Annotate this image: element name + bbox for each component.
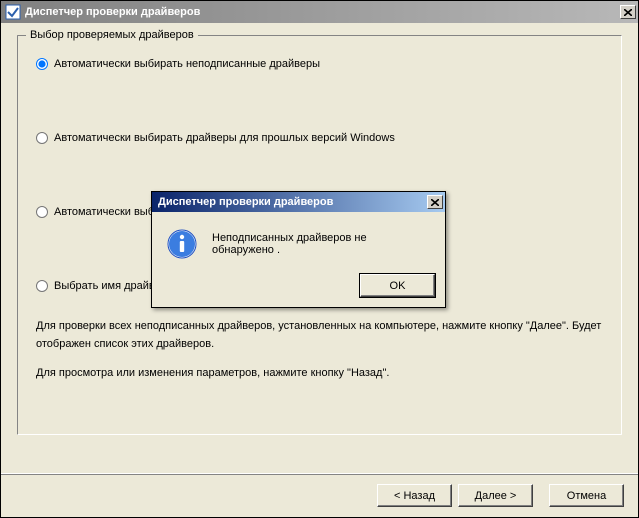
info-messagebox: Диспетчер проверки драйверов Неподписанн… [151,191,446,308]
radio-unsigned-drivers[interactable]: Автоматически выбирать неподписанные дра… [36,58,603,70]
radio-unsigned-input[interactable] [36,58,48,70]
groupbox-legend: Выбор проверяемых драйверов [26,29,198,41]
msgbox-titlebar: Диспетчер проверки драйверов [152,192,445,212]
main-titlebar: Диспетчер проверки драйверов [1,1,638,23]
radio-auto-partial-input[interactable] [36,206,48,218]
next-button[interactable]: Далее > [458,484,533,507]
radio-unsigned-label: Автоматически выбирать неподписанные дра… [54,58,320,70]
wizard-button-bar: < Назад Далее > Отмена [1,473,638,517]
radio-auto-partial-label: Автоматически выби [54,206,160,218]
info-icon [166,228,198,260]
ok-button[interactable]: OK [360,274,435,297]
info-text: Для проверки всех неподписанных драйверо… [36,318,603,383]
msgbox-text: Неподписанных драйверов не обнаружено . [212,232,431,256]
close-button[interactable] [620,5,636,19]
info-line-2: Для просмотра или изменения параметров, … [36,365,603,383]
back-button[interactable]: < Назад [377,484,452,507]
radio-select-list-input[interactable] [36,280,48,292]
msgbox-title: Диспетчер проверки драйверов [158,196,427,208]
msgbox-button-row: OK [152,274,445,307]
cancel-button[interactable]: Отмена [549,484,624,507]
radio-old-windows-drivers[interactable]: Автоматически выбирать драйверы для прош… [36,132,603,144]
msgbox-close-button[interactable] [427,195,443,209]
app-icon [5,4,21,20]
radio-old-windows-label: Автоматически выбирать драйверы для прош… [54,132,395,144]
window-title: Диспетчер проверки драйверов [25,6,620,18]
radio-old-windows-input[interactable] [36,132,48,144]
info-line-1: Для проверки всех неподписанных драйверо… [36,318,603,353]
msgbox-body: Неподписанных драйверов не обнаружено . [152,212,445,274]
driver-verifier-window: Диспетчер проверки драйверов Выбор прове… [0,0,639,518]
